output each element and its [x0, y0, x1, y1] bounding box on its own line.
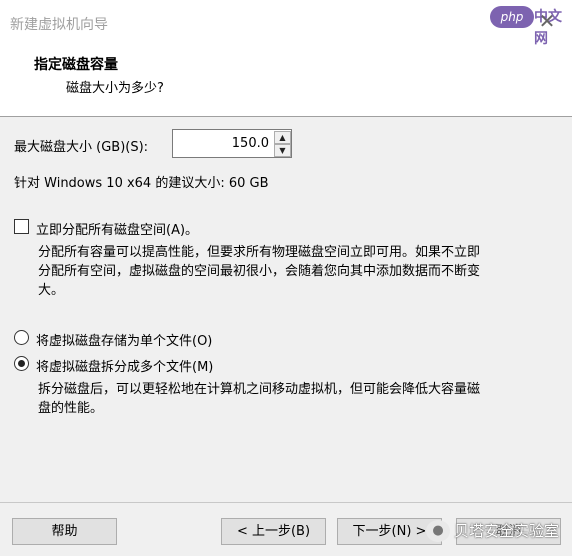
disk-size-stepper[interactable]: ▲ ▼ — [172, 129, 292, 158]
allocate-desc-line: 分配所有容量可以提高性能，但要求所有物理磁盘空间立即可用。如果不立即 — [38, 245, 481, 260]
footer-divider — [0, 502, 572, 503]
close-icon[interactable]: ✕ — [536, 10, 558, 32]
title-bar: 新建虚拟机向导 php 中文网 ✕ — [0, 0, 572, 47]
back-button[interactable]: < 上一步(B) — [221, 518, 326, 545]
split-desc-line: 拆分磁盘后，可以更轻松地在计算机之间移动虚拟机，但可能会降低大容量磁 — [38, 382, 481, 397]
watermark-text: 贝塔安全实验室 — [454, 522, 560, 540]
php-logo-text: php — [490, 6, 534, 28]
split-files-radio[interactable] — [14, 356, 29, 371]
page-title: 指定磁盘容量 — [34, 57, 118, 73]
radio-selected-dot — [18, 360, 25, 367]
help-button[interactable]: 帮助 — [12, 518, 117, 545]
page-subtitle: 磁盘大小为多少? — [66, 81, 164, 96]
split-description: 拆分磁盘后，可以更轻松地在计算机之间移动虚拟机，但可能会降低大容量磁 盘的性能。 — [38, 380, 480, 418]
stepper-down-icon[interactable]: ▼ — [274, 144, 291, 157]
split-desc-line: 盘的性能。 — [38, 401, 104, 416]
split-files-label[interactable]: 将虚拟磁盘拆分成多个文件(M) — [36, 356, 213, 375]
allocate-desc-line: 大。 — [38, 283, 65, 298]
window-title: 新建虚拟机向导 — [10, 17, 108, 33]
single-file-radio[interactable] — [14, 330, 29, 345]
wechat-icon: ● — [426, 520, 450, 542]
recommended-size-text: 针对 Windows 10 x64 的建议大小: 60 GB — [14, 176, 269, 191]
stepper-up-icon[interactable]: ▲ — [274, 131, 291, 144]
wizard-header: 指定磁盘容量 磁盘大小为多少? — [0, 46, 572, 117]
allocate-description: 分配所有容量可以提高性能，但要求所有物理磁盘空间立即可用。如果不立即 分配所有空… — [38, 243, 480, 300]
single-file-label[interactable]: 将虚拟磁盘存储为单个文件(O) — [36, 330, 212, 349]
allocate-all-label[interactable]: 立即分配所有磁盘空间(A)。 — [36, 219, 198, 238]
max-disk-size-label: 最大磁盘大小 (GB)(S): — [14, 140, 149, 155]
allocate-desc-line: 分配所有空间，虚拟磁盘的空间最初很小，会随着您向其中添加数据而不断变 — [38, 264, 481, 279]
allocate-all-checkbox[interactable] — [14, 219, 29, 234]
disk-size-input[interactable] — [173, 130, 273, 157]
